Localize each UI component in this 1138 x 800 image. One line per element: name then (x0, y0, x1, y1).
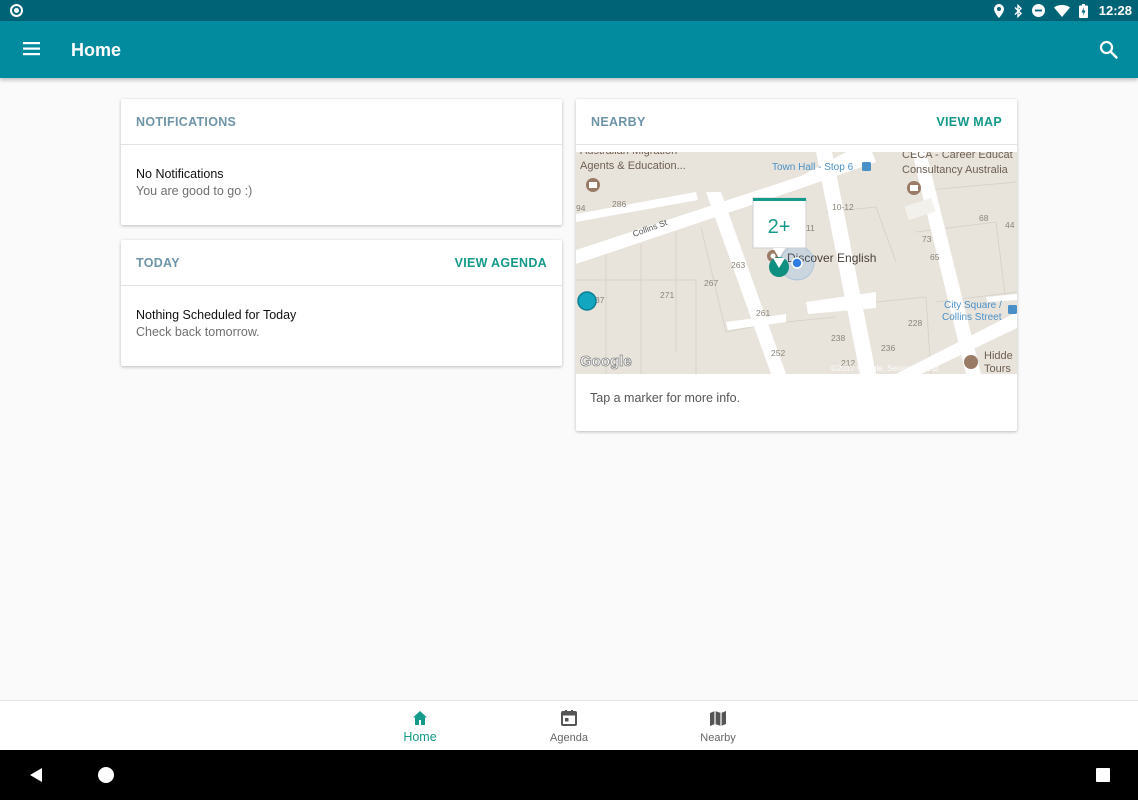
system-navigation-bar (0, 750, 1138, 800)
nav-home[interactable]: Home (370, 701, 470, 751)
map-caption: Tap a marker for more info. (590, 391, 741, 405)
nav-agenda[interactable]: Agenda (519, 701, 619, 751)
map-place-label: Tours (984, 363, 1011, 374)
map-number: 73 (922, 234, 932, 244)
transit-icon (1008, 305, 1017, 314)
map-number: 263 (731, 260, 745, 270)
status-icons: 12:28 (993, 0, 1132, 21)
recents-icon[interactable] (1096, 768, 1110, 782)
today-empty-title: Nothing Scheduled for Today (136, 308, 297, 322)
view-map-button[interactable]: VIEW MAP (936, 115, 1002, 129)
map-number: 238 (831, 333, 845, 343)
notifications-card-body: No Notifications You are good to go :) (121, 145, 562, 198)
map-number: 65 (930, 252, 940, 262)
map-number: 94 (576, 203, 586, 213)
map-attribution: ©2017 Google, Sensis Pty Ltd (831, 364, 938, 373)
map-canvas[interactable]: Collins St Australian Migration Agents &… (576, 152, 1017, 374)
status-bar: 12:28 (0, 0, 1138, 21)
nearby-marker[interactable] (577, 291, 597, 311)
nearby-card-title: NEARBY (591, 115, 646, 129)
bottom-navigation: Home Agenda Nearby (0, 700, 1138, 750)
page-title: Home (71, 40, 122, 60)
battery-charging-icon (1078, 3, 1088, 18)
view-agenda-button[interactable]: VIEW AGENDA (455, 256, 547, 270)
map-number: 252 (771, 348, 785, 358)
app-bar: Home (0, 21, 1138, 78)
map-place-label: Agents & Education... (580, 160, 686, 172)
museum-icon (907, 181, 921, 195)
home-circle-icon[interactable] (98, 767, 114, 783)
notifications-card-header: NOTIFICATIONS (121, 99, 562, 145)
map-place-label: CECA - Career Educat (902, 152, 1013, 161)
nearby-map[interactable]: Collins St Australian Migration Agents &… (576, 152, 1017, 374)
today-card-title: TODAY (136, 256, 180, 270)
nav-agenda-label: Agenda (550, 732, 588, 744)
map-number: 228 (908, 318, 922, 328)
museum-icon (586, 178, 600, 192)
cluster-marker-label: 2+ (768, 216, 791, 238)
map-place-label: Australian Migration (580, 152, 677, 157)
status-clock: 12:28 (1098, 3, 1132, 18)
map-place-label: City Square / (944, 300, 1002, 311)
wifi-icon (1053, 4, 1070, 17)
map-place-label: Collins Street (942, 312, 1002, 323)
app-notification-icon (10, 4, 23, 17)
map-number: 267 (704, 278, 718, 288)
nav-nearby[interactable]: Nearby (668, 701, 768, 751)
nearby-card: NEARBY VIEW MAP Collins St Agents & Educ… (576, 99, 1017, 431)
bluetooth-icon (1014, 3, 1022, 18)
map-number: 261 (756, 308, 770, 318)
today-empty-subtitle: Check back tomorrow. (136, 325, 260, 339)
map-number: 271 (660, 290, 674, 300)
map-number: 11 (806, 223, 815, 233)
attraction-icon (964, 355, 978, 369)
notifications-empty-subtitle: You are good to go :) (136, 184, 253, 198)
home-icon (413, 711, 427, 725)
today-card: TODAY VIEW AGENDA Nothing Scheduled for … (121, 240, 562, 366)
today-card-body: Nothing Scheduled for Today Check back t… (121, 286, 562, 339)
transit-icon (862, 162, 871, 171)
do-not-disturb-icon (1031, 4, 1045, 17)
map-place-label: Hidde (984, 350, 1013, 362)
today-card-header: TODAY VIEW AGENDA (121, 240, 562, 286)
nav-home-label: Home (403, 730, 437, 744)
map-number: 68 (979, 213, 989, 223)
map-number: 10-12 (832, 202, 854, 212)
nearby-card-header: NEARBY VIEW MAP (576, 99, 1017, 145)
map-icon (710, 711, 726, 726)
map-google-logo: Google (580, 353, 632, 370)
back-icon[interactable] (28, 767, 44, 783)
map-number: 236 (881, 343, 895, 353)
map-number: 44 (1005, 220, 1015, 230)
notifications-card: NOTIFICATIONS No Notifications You are g… (121, 99, 562, 225)
notifications-card-title: NOTIFICATIONS (136, 115, 237, 129)
hamburger-menu-icon[interactable] (18, 38, 46, 62)
calendar-icon (561, 710, 577, 726)
nav-nearby-label: Nearby (700, 732, 736, 744)
location-icon (993, 3, 1004, 18)
notifications-empty-title: No Notifications (136, 167, 224, 181)
map-number: 286 (612, 199, 626, 209)
map-place-label: Town Hall - Stop 6 (772, 162, 854, 173)
current-location-icon (791, 257, 803, 269)
map-place-label: Consultancy Australia (902, 164, 1009, 176)
search-icon[interactable] (1098, 39, 1120, 61)
